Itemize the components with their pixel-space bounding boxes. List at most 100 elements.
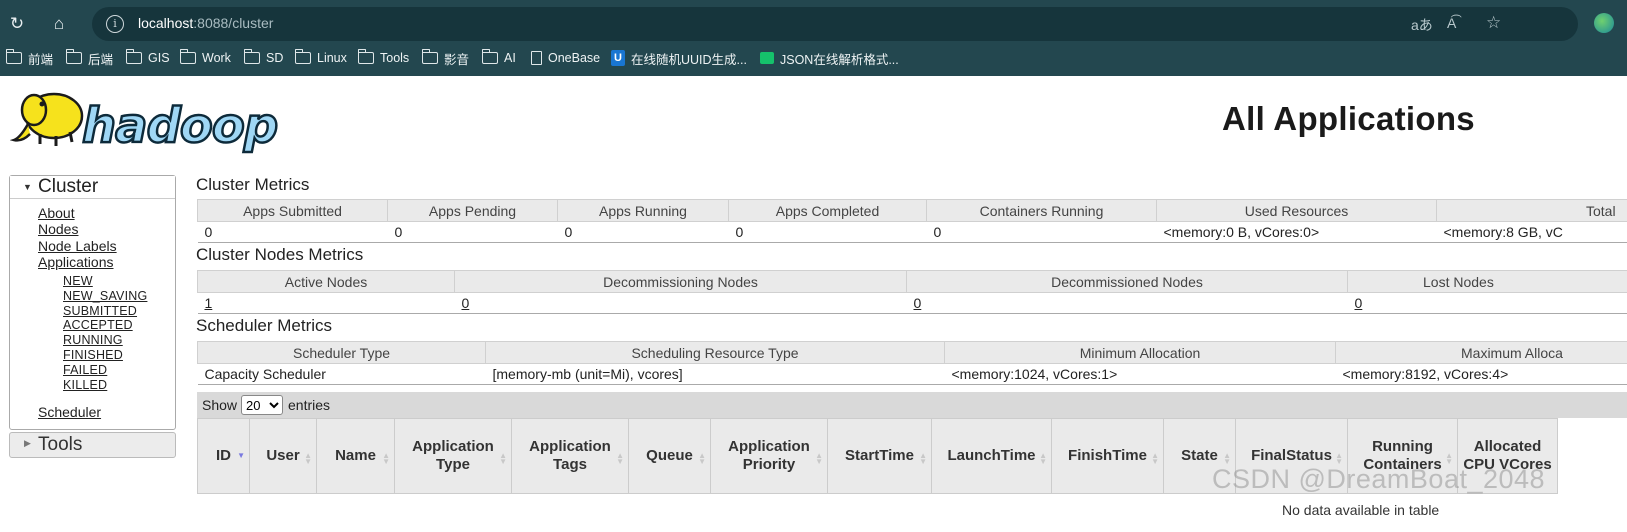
bookmark-item[interactable]: GIS xyxy=(126,47,170,69)
bookmark-item[interactable]: 影音 xyxy=(422,47,469,69)
sidebar-state-killed[interactable]: KILLED xyxy=(63,378,107,392)
bookmark-item[interactable]: SD xyxy=(244,47,283,69)
column-header: Apps Running xyxy=(558,200,729,222)
bookmark-item[interactable]: 前端 xyxy=(6,47,53,69)
column-label: StartTime xyxy=(845,447,914,464)
decommissioning-nodes-link[interactable]: 0 xyxy=(462,295,470,311)
table-cell: 0 xyxy=(455,293,907,314)
sidebar-state-running[interactable]: RUNNING xyxy=(63,333,123,347)
address-url[interactable]: localhost:8088/cluster xyxy=(138,15,273,31)
folder-icon xyxy=(180,52,196,64)
table-cell: <memory:8192, vCores:4> xyxy=(1336,364,1627,385)
table-cell: 0 xyxy=(907,293,1348,314)
table-cell: 0 xyxy=(198,222,388,243)
json-site-icon xyxy=(760,52,774,64)
column-header-application-priority[interactable]: Application Priority ▲▼ xyxy=(711,419,828,494)
bookmark-item[interactable]: Work xyxy=(180,47,231,69)
bookmark-item[interactable]: U在线随机UUID生成... xyxy=(611,47,747,69)
table-cell: [memory-mb (unit=Mi), vcores] xyxy=(486,364,945,385)
bookmark-item[interactable]: JSON在线解析格式... xyxy=(760,47,899,69)
column-header-application-tags[interactable]: Application Tags ▲▼ xyxy=(512,419,629,494)
column-label: ID xyxy=(216,447,231,464)
lost-nodes-link[interactable]: 0 xyxy=(1355,295,1363,311)
sort-icon: ▲▼ xyxy=(815,453,823,465)
empty-table-message: No data available in table xyxy=(1282,502,1439,518)
home-icon[interactable]: ⌂ xyxy=(48,13,70,35)
page-size-select[interactable]: 20 xyxy=(241,395,283,415)
table-cell: <memory:1024, vCores:1> xyxy=(945,364,1336,385)
sort-icon: ▲▼ xyxy=(499,453,507,465)
sidebar-state-submitted[interactable]: SUBMITTED xyxy=(63,304,137,318)
sort-icon: ▲▼ xyxy=(698,453,706,465)
sidebar-link-applications[interactable]: Applications xyxy=(38,254,114,270)
column-label: FinalStatus xyxy=(1251,447,1332,464)
column-label: Application Priority xyxy=(728,438,810,473)
column-header-id[interactable]: ID ▼ xyxy=(198,419,250,494)
sort-icon: ▲▼ xyxy=(616,453,624,465)
column-header-finish-time[interactable]: FinishTime ▲▼ xyxy=(1052,419,1164,494)
read-aloud-icon[interactable]: A͡ xyxy=(1447,15,1456,31)
column-header: Used Resources xyxy=(1157,200,1437,222)
address-bar[interactable]: i localhost:8088/cluster aあ A͡ ☆ xyxy=(92,7,1578,41)
column-header-launch-time[interactable]: LaunchTime▲▼ xyxy=(932,419,1052,494)
column-label: Queue xyxy=(646,447,693,464)
sidebar-state-new-saving[interactable]: NEW_SAVING xyxy=(63,289,147,303)
folder-icon xyxy=(66,52,82,64)
sidebar-state-accepted[interactable]: ACCEPTED xyxy=(63,318,133,332)
column-header-user[interactable]: User▲▼ xyxy=(250,419,317,494)
scheduler-metrics-title: Scheduler Metrics xyxy=(196,316,332,336)
table-cell: <memory:0 B, vCores:0> xyxy=(1157,222,1437,243)
column-header: Decommissioning Nodes xyxy=(455,271,907,293)
reload-icon[interactable]: ↻ xyxy=(6,13,28,35)
bookmark-item[interactable]: Linux xyxy=(295,47,347,69)
column-label: FinishTime xyxy=(1068,447,1147,464)
sidebar-link-about[interactable]: About xyxy=(38,205,75,221)
bookmark-item[interactable]: 后端 xyxy=(66,47,113,69)
column-header-queue[interactable]: Queue ▲▼ xyxy=(629,419,711,494)
cluster-metrics-title: Cluster Metrics xyxy=(196,175,309,195)
column-header: Decommissioned Nodes xyxy=(907,271,1348,293)
column-label: Application Tags xyxy=(529,438,611,473)
folder-icon xyxy=(358,52,374,64)
sidebar-link-nodes[interactable]: Nodes xyxy=(38,221,78,237)
table-cell: 0 xyxy=(1348,293,1627,314)
sidebar-tools-label: Tools xyxy=(38,434,82,456)
column-header: Apps Completed xyxy=(729,200,927,222)
sidebar-state-failed[interactable]: FAILED xyxy=(63,363,107,377)
decommissioned-nodes-link[interactable]: 0 xyxy=(914,295,922,311)
column-header-application-type[interactable]: Application Type▲▼ xyxy=(395,419,512,494)
column-header: Containers Running xyxy=(927,200,1157,222)
favorite-star-icon[interactable]: ☆ xyxy=(1486,13,1501,33)
column-header-name[interactable]: Name▲▼ xyxy=(317,419,395,494)
column-header: Scheduler Type xyxy=(198,342,486,364)
translate-icon[interactable]: aあ xyxy=(1411,15,1433,35)
folder-icon xyxy=(126,52,142,64)
bookmark-item[interactable]: OneBase xyxy=(531,47,600,69)
sidebar-link-node-labels[interactable]: Node Labels xyxy=(38,238,117,254)
sort-icon: ▲▼ xyxy=(304,453,312,465)
sidebar-cluster-panel: ▼ Cluster About Nodes Node Labels Applic… xyxy=(9,175,176,430)
table-length-control: Show 20 entries xyxy=(197,392,1627,418)
active-nodes-link[interactable]: 1 xyxy=(205,295,213,311)
table-cell: Capacity Scheduler xyxy=(198,364,486,385)
sort-icon: ▲▼ xyxy=(1039,453,1047,465)
column-header-start-time[interactable]: StartTime▲▼ xyxy=(828,419,932,494)
nodes-metrics-title: Cluster Nodes Metrics xyxy=(196,245,363,265)
bookmark-item[interactable]: AI xyxy=(482,47,516,69)
sidebar-link-scheduler[interactable]: Scheduler xyxy=(38,404,101,420)
column-label: Name xyxy=(335,447,376,464)
table-cell: 0 xyxy=(729,222,927,243)
column-header: Apps Pending xyxy=(388,200,558,222)
column-header: Active Nodes xyxy=(198,271,455,293)
bookmark-item[interactable]: Tools xyxy=(358,47,409,69)
extension-icon[interactable] xyxy=(1594,13,1614,33)
svg-text:hadoop: hadoop xyxy=(82,98,277,154)
site-info-icon[interactable]: i xyxy=(106,15,124,33)
sidebar-state-finished[interactable]: FINISHED xyxy=(63,348,123,362)
sort-desc-icon: ▼ xyxy=(237,453,245,459)
cluster-metrics-table: Apps Submitted Apps Pending Apps Running… xyxy=(197,199,1627,243)
sidebar-tools-header[interactable]: ▶ Tools xyxy=(9,432,176,458)
sort-icon: ▲▼ xyxy=(1151,453,1159,465)
sidebar-cluster-header[interactable]: ▼ Cluster xyxy=(10,176,175,199)
sidebar-state-new[interactable]: NEW xyxy=(63,274,93,288)
